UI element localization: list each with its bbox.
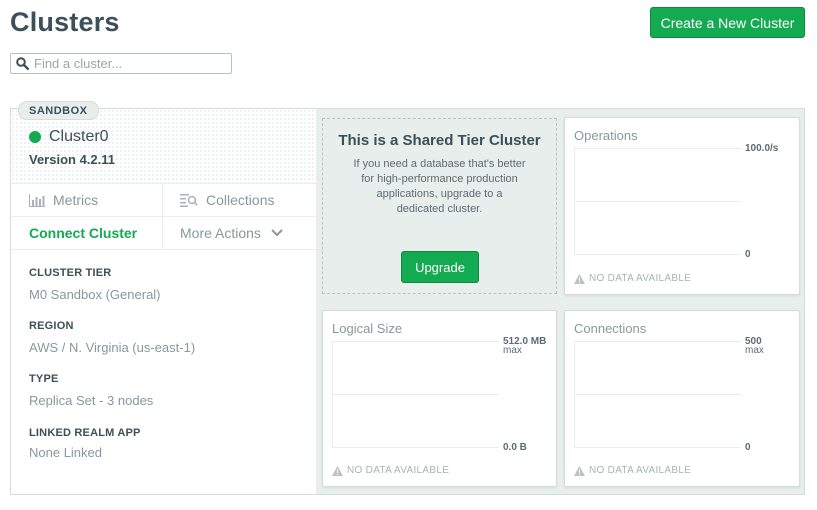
connections-axis-max-unit: max	[745, 345, 764, 356]
operations-title: Operations	[574, 128, 638, 143]
warning-icon	[574, 465, 585, 476]
cluster-header: Cluster0 Version 4.2.11	[11, 109, 316, 183]
cluster-nav-row-2: Connect Cluster More Actions	[11, 216, 316, 250]
chart-gridline	[574, 447, 741, 448]
connections-chart-card[interactable]: Connections 500 max 0 NO DATA AVAILABLE	[564, 310, 800, 487]
collections-link[interactable]: Collections	[163, 184, 316, 216]
cluster-nav-row-1: Metrics Collections	[11, 183, 316, 216]
status-dot-icon	[29, 131, 41, 143]
connections-no-data: NO DATA AVAILABLE	[574, 465, 691, 476]
cluster-card: Cluster0 Version 4.2.11 Metrics Collecti…	[10, 108, 805, 495]
chart-axis-line	[332, 341, 333, 448]
shared-tier-title: This is a Shared Tier Cluster	[338, 132, 541, 149]
chart-gridline	[332, 341, 499, 342]
operations-no-data: NO DATA AVAILABLE	[574, 273, 691, 284]
connect-cluster-button[interactable]: Connect Cluster	[11, 217, 163, 249]
connections-axis-min: 0	[745, 442, 751, 453]
operations-chart-area	[574, 148, 741, 255]
chart-gridline	[574, 201, 741, 202]
chart-gridline	[574, 254, 741, 255]
collections-label: Collections	[206, 192, 275, 208]
warning-icon	[574, 273, 585, 284]
no-data-label: NO DATA AVAILABLE	[589, 465, 692, 476]
region-label: REGION	[29, 320, 74, 332]
upgrade-button[interactable]: Upgrade	[401, 251, 479, 283]
more-actions-label: More Actions	[180, 225, 261, 241]
warning-icon	[332, 465, 343, 476]
cluster-summary-panel: Cluster0 Version 4.2.11 Metrics Collecti…	[11, 109, 316, 494]
more-actions-dropdown[interactable]: More Actions	[163, 217, 316, 249]
logical-size-chart-card[interactable]: Logical Size 512.0 MB max 0.0 B NO DATA …	[322, 310, 557, 487]
cluster-name[interactable]: Cluster0	[49, 128, 109, 146]
operations-chart-card[interactable]: Operations 100.0/s 0 NO DATA AVAILABLE	[564, 117, 800, 295]
shared-tier-notice: This is a Shared Tier Cluster If you nee…	[322, 118, 557, 294]
cluster-version: Version 4.2.11	[29, 152, 116, 167]
operations-axis-max: 100.0/s	[745, 143, 779, 154]
bar-chart-icon	[29, 193, 45, 207]
logical-size-no-data: NO DATA AVAILABLE	[332, 465, 449, 476]
type-label: TYPE	[29, 373, 59, 385]
linked-realm-app-label: LINKED REALM APP	[29, 427, 141, 439]
operations-axis-min: 0	[745, 249, 751, 260]
cluster-tier-label: CLUSTER TIER	[29, 267, 112, 279]
linked-realm-app-value: None Linked	[29, 445, 102, 460]
connections-title: Connections	[574, 321, 647, 336]
metrics-label: Metrics	[53, 192, 99, 208]
cluster-tier-value: M0 Sandbox (General)	[29, 287, 161, 302]
search-box	[10, 53, 232, 74]
create-cluster-button[interactable]: Create a New Cluster	[650, 7, 805, 38]
chart-gridline	[332, 447, 499, 448]
chart-gridline	[574, 341, 741, 342]
chart-axis-line	[574, 148, 575, 255]
sandbox-badge: SANDBOX	[18, 101, 99, 120]
connections-chart-area	[574, 341, 741, 448]
search-icon	[16, 57, 29, 70]
logical-size-axis-min: 0.0 B	[503, 442, 527, 453]
collections-search-icon	[180, 194, 198, 207]
no-data-label: NO DATA AVAILABLE	[347, 465, 450, 476]
shared-tier-description: If you need a database that's better for…	[353, 158, 526, 215]
metrics-link[interactable]: Metrics	[11, 184, 163, 216]
connect-cluster-label: Connect Cluster	[29, 225, 138, 241]
chart-gridline	[332, 394, 499, 395]
logical-size-chart-area	[332, 341, 499, 448]
search-input[interactable]	[34, 56, 214, 71]
logical-size-axis-max-unit: max	[503, 345, 522, 356]
no-data-label: NO DATA AVAILABLE	[589, 273, 692, 284]
chart-gridline	[574, 148, 741, 149]
chart-axis-line	[574, 341, 575, 448]
chart-gridline	[574, 394, 741, 395]
region-value: AWS / N. Virginia (us-east-1)	[29, 340, 196, 355]
page-title: Clusters	[10, 7, 120, 37]
chevron-down-icon	[271, 229, 283, 237]
type-value: Replica Set - 3 nodes	[29, 393, 154, 408]
logical-size-title: Logical Size	[332, 321, 403, 336]
